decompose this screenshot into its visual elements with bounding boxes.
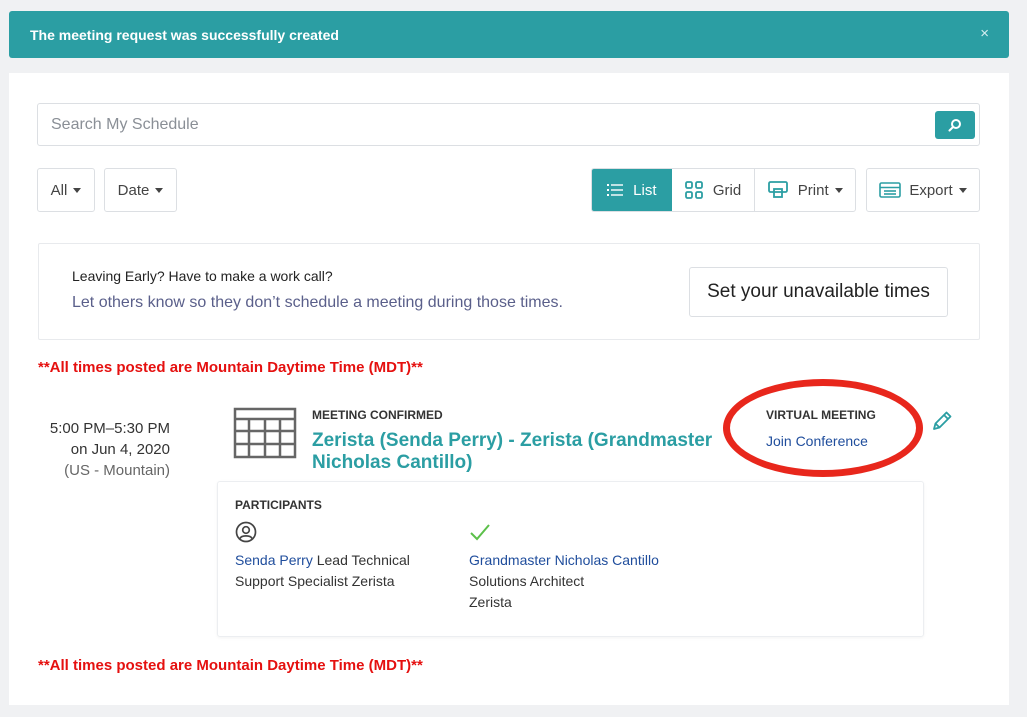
set-unavailable-times-button[interactable]: Set your unavailable times (689, 267, 948, 317)
date-filter-dropdown[interactable]: Date (104, 168, 177, 212)
search-icon (948, 119, 961, 132)
join-conference-link[interactable]: Join Conference (766, 433, 868, 449)
alert-message: The meeting request was successfully cre… (30, 26, 339, 43)
edit-pencil-icon[interactable] (931, 410, 953, 437)
meeting-title[interactable]: Zerista (Senda Perry) - Zerista (Grandma… (312, 430, 722, 474)
grid-view-label: Grid (712, 181, 742, 199)
print-icon (767, 181, 788, 198)
schedule-panel: All Date List Grid Print (9, 73, 1009, 705)
highlight-oval (723, 379, 923, 477)
participant-item: Grandmaster Nicholas Cantillo Solutions … (469, 519, 729, 613)
participant-item: Senda Perry Lead Technical Support Speci… (235, 519, 435, 592)
search-input[interactable] (38, 104, 918, 145)
participant-name-link[interactable]: Grandmaster Nicholas Cantillo (469, 552, 659, 568)
success-alert: The meeting request was successfully cre… (9, 11, 1009, 58)
meeting-zone: (US - Mountain) (64, 462, 170, 479)
date-filter-label: Date (117, 181, 150, 199)
caret-down-icon (73, 187, 82, 193)
timezone-notice: **All times posted are Mountain Daytime … (38, 359, 423, 376)
participant-title: Solutions Architect (469, 573, 585, 589)
caret-down-icon (155, 187, 164, 193)
participants-card: PARTICIPANTS Senda Perry Lead Technical … (217, 481, 924, 637)
list-view-label: List (633, 181, 657, 199)
timezone-notice: **All times posted are Mountain Daytime … (38, 657, 423, 674)
table-export-icon (879, 182, 902, 198)
all-filter-label: All (50, 181, 68, 199)
caret-down-icon (834, 188, 843, 194)
participant-name-link[interactable]: Senda Perry (235, 552, 313, 568)
caret-down-icon (958, 188, 967, 194)
unavailable-times-callout: Leaving Early? Have to make a work call?… (38, 243, 980, 340)
export-dropdown[interactable]: Export (866, 168, 980, 212)
export-label: Export (909, 181, 953, 199)
participants-label: PARTICIPANTS (235, 498, 322, 512)
grid-view-button[interactable]: Grid (672, 169, 755, 211)
callout-subtext: Let others know so they don’t schedule a… (72, 294, 563, 311)
calendar-icon (233, 407, 297, 464)
meeting-time-range: 5:00 PM–5:30 PM (49, 420, 170, 437)
view-toggle-group: List Grid Print (591, 168, 856, 212)
close-icon[interactable]: × (980, 25, 989, 42)
meeting-time: 5:00 PM–5:30 PM on Jun 4, 2020 (US - Mou… (38, 418, 170, 481)
all-filter-dropdown[interactable]: All (37, 168, 95, 212)
participant-org: Support Specialist Zerista (235, 573, 395, 589)
participant-title: Lead Technical (312, 552, 410, 568)
list-icon (607, 184, 624, 196)
check-icon (470, 524, 490, 541)
search-button[interactable] (935, 111, 975, 139)
meeting-status: MEETING CONFIRMED (312, 408, 443, 422)
meeting-date: on Jun 4, 2020 (70, 441, 170, 458)
user-circle-icon (235, 521, 257, 543)
print-label: Print (797, 181, 829, 199)
list-view-button[interactable]: List (592, 169, 672, 211)
grid-icon (684, 181, 703, 199)
search-bar (37, 103, 980, 146)
print-dropdown[interactable]: Print (755, 169, 855, 211)
virtual-meeting-label: VIRTUAL MEETING (766, 408, 876, 422)
participant-org: Zerista (469, 594, 512, 610)
callout-heading: Leaving Early? Have to make a work call? (72, 268, 333, 284)
